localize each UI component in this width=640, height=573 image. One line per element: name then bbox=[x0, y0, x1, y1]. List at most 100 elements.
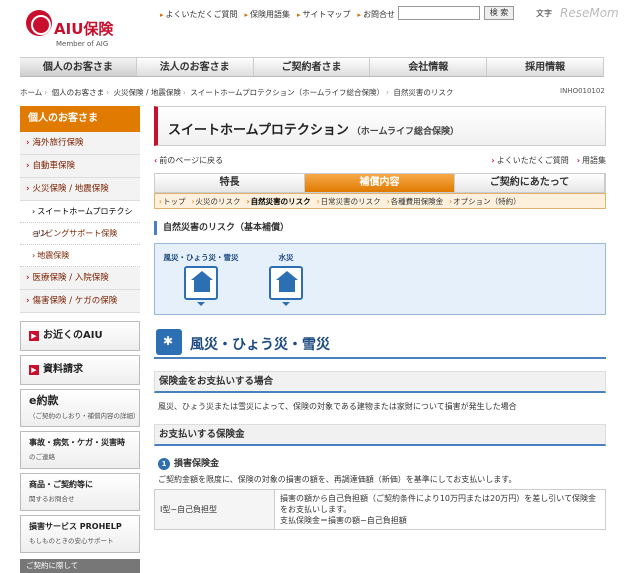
subtab-top[interactable]: トップ bbox=[159, 196, 186, 207]
banner-label: e約款 bbox=[29, 394, 59, 407]
banner-sub: のご連絡 bbox=[29, 453, 55, 461]
risk-label: 水災 bbox=[278, 253, 294, 262]
coverage-subtabs: トップ 火災のリスク 自然災害のリスク 日常災害のリスク 各種費用保険金 オプシ… bbox=[154, 193, 606, 209]
sidebar: 個人のお客さま 海外旅行保険 自動車保険 火災保険 / 地震保険 スイートホーム… bbox=[20, 106, 140, 573]
sidebar-item-fire[interactable]: 火災保険 / 地震保険 bbox=[20, 178, 140, 201]
breadcrumb-fire[interactable]: 火災保険 / 地震保険 bbox=[114, 88, 181, 97]
arrow-icon: ▶ bbox=[29, 331, 39, 341]
banner-label: お近くのAIU bbox=[43, 330, 103, 341]
contact-link[interactable]: お問合せ bbox=[358, 9, 395, 20]
banner-title: 商品・ご契約等に bbox=[29, 480, 93, 489]
sidebar-sub-earthquake[interactable]: 地震保険 bbox=[20, 245, 140, 267]
breadcrumb-home[interactable]: ホーム bbox=[20, 88, 42, 97]
table-key: I型−自己負担型 bbox=[154, 489, 275, 530]
gnav-policyholder[interactable]: ご契約者さま bbox=[254, 58, 371, 76]
house-snow-icon bbox=[184, 266, 218, 300]
banner-title: 事故・病気・ケガ・災害時 bbox=[29, 438, 125, 447]
search-button[interactable]: 検 索 bbox=[484, 6, 514, 20]
subtab-fire-risk[interactable]: 火災のリスク bbox=[192, 196, 241, 207]
section-heading: 自然災害のリスク（基本補償） bbox=[154, 221, 606, 235]
page-title-box: スイートホームプロテクション （ホームライフ総合保険） bbox=[154, 106, 606, 146]
damage-benefit-text: ご契約金額を限度に、保険の対象の損害の額を、再調達価額（新価）を基準にしてお支払… bbox=[158, 475, 517, 484]
table-value: 損害の額から自己負担額（ご契約条件により10万円または20万円）を差し引いて保険… bbox=[274, 489, 606, 530]
sidebar-item-medical[interactable]: 医療保険 / 入院保険 bbox=[20, 267, 140, 290]
payment-case-text: 風災、ひょう災または雪災によって、保険の対象である建物または家財について損害が発… bbox=[158, 402, 517, 411]
prohelp-banner[interactable]: 損害サービス PROHELP もしものときの安心サポート bbox=[20, 515, 140, 553]
tab-contract[interactable]: ご契約にあたって bbox=[455, 174, 605, 192]
sidebar-footer: ご契約に際して bbox=[20, 559, 140, 573]
chevron-down-icon bbox=[282, 302, 290, 306]
page-title: スイートホームプロテクション bbox=[168, 123, 349, 138]
house-snow-icon bbox=[156, 329, 182, 355]
sitemap-link[interactable]: サイトマップ bbox=[297, 9, 351, 20]
back-link[interactable]: 前のページに戻る bbox=[154, 155, 223, 166]
globe-icon bbox=[26, 10, 52, 36]
arrow-icon: ▶ bbox=[29, 365, 39, 375]
banner-title: 損害サービス PROHELP bbox=[29, 522, 122, 531]
page-subtitle: （ホームライフ総合保険） bbox=[351, 127, 459, 137]
inquiry-banner[interactable]: 商品・ご契約等に 関するお問合せ bbox=[20, 473, 140, 511]
risk-heading: 風災・ひょう災・雪災 bbox=[154, 329, 606, 359]
subtab-natural-risk[interactable]: 自然災害のリスク bbox=[247, 196, 311, 207]
glossary-link[interactable]: 保険用語集 bbox=[245, 9, 290, 20]
gnav-corporate[interactable]: 法人のお客さま bbox=[137, 58, 254, 76]
breadcrumb-product[interactable]: スイートホームプロテクション（ホームライフ総合保険） bbox=[190, 88, 384, 97]
subtab-options[interactable]: オプション（特約） bbox=[449, 196, 521, 207]
sidebar-item-travel[interactable]: 海外旅行保険 bbox=[20, 132, 140, 155]
banner-sub: 関するお問合せ bbox=[29, 495, 75, 503]
breadcrumb-personal[interactable]: 個人のお客さま bbox=[52, 88, 105, 97]
text-size-label[interactable]: 文字 bbox=[536, 8, 552, 19]
breadcrumb-current: 自然災害のリスク bbox=[393, 88, 454, 97]
benefit-heading: お支払いする保険金 bbox=[154, 424, 606, 446]
damage-benefit-title: 損害保険金 bbox=[174, 459, 220, 469]
gnav-recruit[interactable]: 採用情報 bbox=[487, 58, 604, 76]
product-tabs: 特長 補償内容 ご契約にあたって bbox=[154, 173, 606, 193]
chevron-down-icon bbox=[197, 302, 205, 306]
brand-name: AIU保険 bbox=[54, 20, 114, 38]
glossary-sub-link[interactable]: 用語集 bbox=[577, 155, 606, 166]
request-docs-banner[interactable]: ▶ 資料請求 bbox=[20, 355, 140, 385]
breadcrumb: ホーム › 個人のお客さま › 火災保険 / 地震保険 › スイートホームプロテクショ… bbox=[20, 88, 454, 97]
table-row: I型−自己負担型 損害の額から自己負担額（ご契約条件により10万円または20万円… bbox=[154, 489, 606, 530]
faq-sub-link[interactable]: よくいただくご質問 bbox=[491, 155, 569, 166]
payment-case-heading: 保険金をお支払いする場合 bbox=[154, 371, 606, 393]
number-badge: 1 bbox=[158, 458, 170, 470]
sidebar-sub-living[interactable]: リビングサポート保険 bbox=[20, 223, 140, 245]
table-line: 支払保険金＝損害の額−自己負担額 bbox=[280, 516, 407, 525]
banner-note: （ご契約のしおり・補償内容の詳細） bbox=[29, 412, 140, 420]
sidebar-sub-sweethome[interactable]: スイートホームプロテクション bbox=[20, 201, 140, 238]
subtab-expenses[interactable]: 各種費用保険金 bbox=[387, 196, 444, 207]
house-flood-icon bbox=[269, 266, 303, 300]
risk-flood[interactable]: 水災 bbox=[261, 252, 311, 306]
subtab-daily-risk[interactable]: 日常災害のリスク bbox=[317, 196, 381, 207]
sidebar-item-injury[interactable]: 傷害保険 / ケガの保険 bbox=[20, 290, 140, 313]
banner-sub: もしものときの安心サポート bbox=[29, 537, 114, 545]
risk-selector: 風災・ひょう災・雪災 水災 bbox=[154, 243, 606, 315]
gnav-personal[interactable]: 個人のお客さま bbox=[20, 58, 137, 76]
risk-label: 風災・ひょう災・雪災 bbox=[163, 253, 239, 262]
aiu-logo[interactable]: AIU保険 Member of AIG bbox=[22, 6, 132, 56]
sidebar-item-auto[interactable]: 自動車保険 bbox=[20, 155, 140, 178]
sub-navigation: 前のページに戻る よくいただくご質問 用語集 bbox=[154, 155, 606, 167]
risk-heading-text: 風災・ひょう災・雪災 bbox=[190, 337, 330, 353]
benefit-table: I型−自己負担型 損害の額から自己負担額（ご契約条件により10万円または20万円… bbox=[154, 489, 606, 530]
global-nav: 個人のお客さま 法人のお客さま ご契約者さま 会社情報 採用情報 bbox=[20, 57, 604, 77]
gnav-company[interactable]: 会社情報 bbox=[370, 58, 488, 76]
tab-features[interactable]: 特長 bbox=[155, 174, 305, 192]
tab-coverage[interactable]: 補償内容 bbox=[305, 174, 455, 192]
search-input[interactable] bbox=[398, 6, 480, 20]
top-links: よくいただくご質問 保険用語集 サイトマップ お問合せ bbox=[160, 9, 396, 20]
table-line: 損害の額から自己負担額（ご契約条件により10万円または20万円）を差し引いて保険… bbox=[280, 494, 596, 514]
accident-contact-banner[interactable]: 事故・病気・ケガ・災害時 のご連絡 bbox=[20, 431, 140, 469]
watermark: ReseMom bbox=[560, 6, 619, 20]
banner-label: 資料請求 bbox=[43, 364, 83, 375]
damage-benefit-heading: 1 損害保険金 bbox=[154, 456, 606, 470]
sidebar-head: 個人のお客さま bbox=[20, 106, 140, 132]
member-of-aig: Member of AIG bbox=[56, 40, 109, 48]
nearby-aiu-banner[interactable]: ▶ お近くのAIU bbox=[20, 321, 140, 351]
main-content: スイートホームプロテクション （ホームライフ総合保険） 前のページに戻る よくい… bbox=[154, 106, 606, 530]
page-id: INHO010102 bbox=[560, 87, 605, 95]
e-yakkan-banner[interactable]: e約款 （ご契約のしおり・補償内容の詳細） bbox=[20, 389, 140, 427]
faq-link[interactable]: よくいただくご質問 bbox=[160, 9, 238, 20]
risk-wind-hail-snow[interactable]: 風災・ひょう災・雪災 bbox=[161, 252, 241, 306]
